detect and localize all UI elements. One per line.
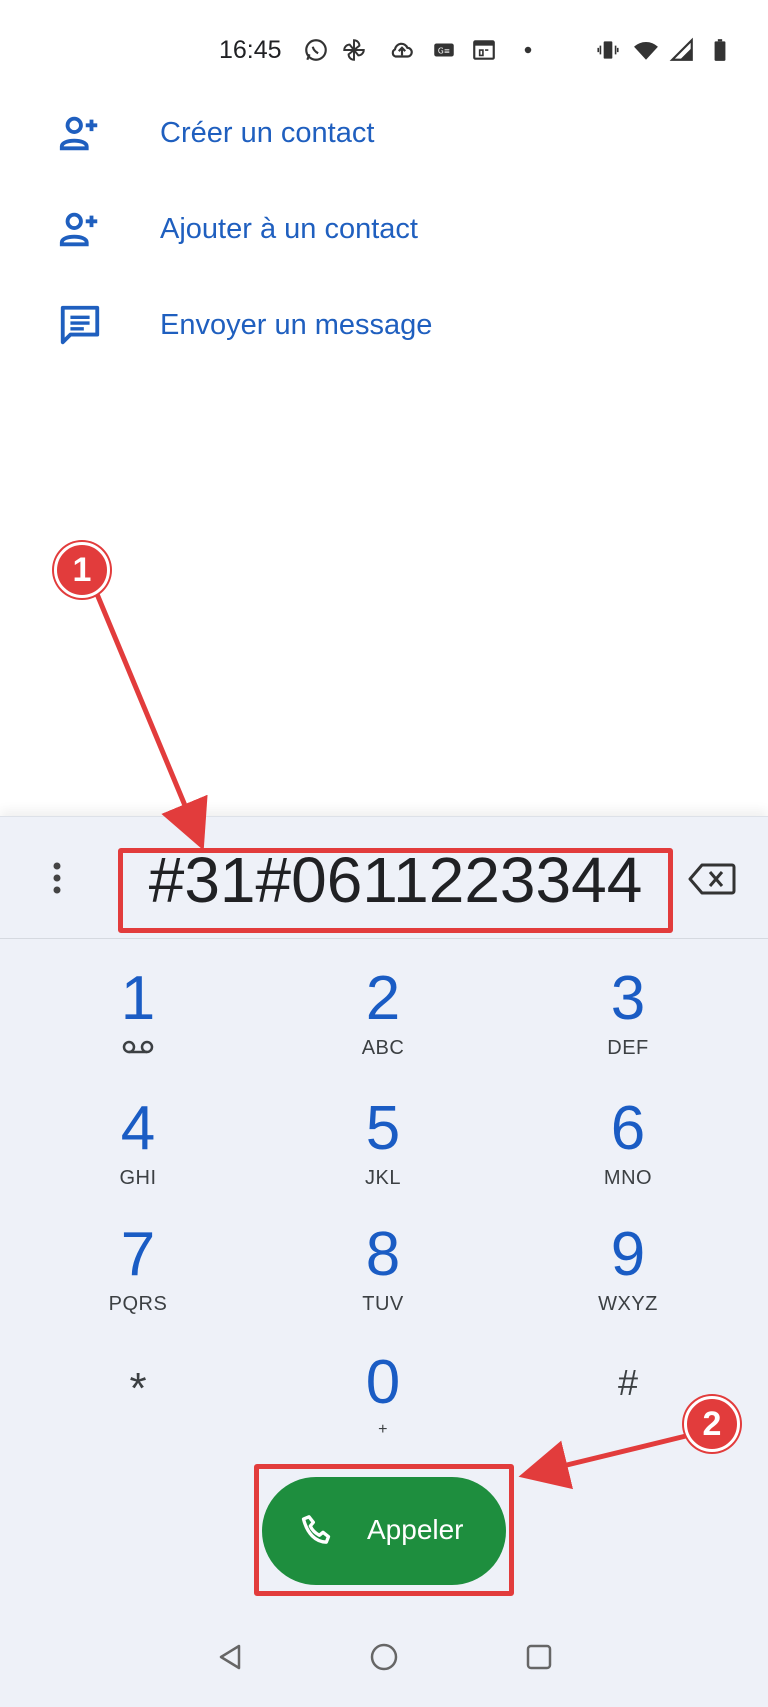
key-7[interactable]: 7 PQRS (48, 1223, 228, 1333)
key-digit: 4 (120, 1094, 156, 1163)
wifi-icon (632, 36, 660, 64)
send-message-label: Envoyer un message (160, 308, 433, 341)
dot-icon (514, 36, 542, 64)
key-letters: WXYZ (598, 1293, 658, 1315)
pinwheel-icon (340, 36, 368, 64)
call-highlight-box (254, 1464, 514, 1596)
key-letters: TUV (362, 1293, 404, 1315)
key-digit: 2 (365, 964, 401, 1033)
arrow-1 (89, 581, 208, 851)
cloud-upload-icon (388, 36, 416, 64)
key-digit: 5 (365, 1094, 401, 1163)
key-9[interactable]: 9 WXYZ (538, 1223, 718, 1333)
key-8[interactable]: 8 TUV (293, 1223, 473, 1333)
calendar-icon (470, 36, 498, 64)
key-letters: + (378, 1421, 388, 1438)
navigation-bar (0, 1607, 768, 1707)
key-5[interactable]: 5 JKL (293, 1097, 473, 1207)
signal-icon (668, 36, 696, 64)
key-digit: 1 (120, 964, 156, 1033)
key-digit: * (129, 1364, 147, 1413)
number-highlight-box (118, 848, 673, 933)
key-0[interactable]: 0 + (293, 1351, 473, 1461)
key-letters: DEF (607, 1037, 649, 1059)
annotation-badge-1: 1 (54, 542, 110, 598)
battery-icon (706, 36, 734, 64)
backspace-icon[interactable] (686, 861, 738, 897)
home-icon[interactable] (359, 1632, 409, 1682)
status-bar: 16:45 G≡ (0, 0, 768, 100)
key-letters: ABC (361, 1037, 405, 1059)
create-contact-label: Créer un contact (160, 116, 375, 149)
svg-text:G≡: G≡ (438, 46, 450, 55)
key-digit: 8 (365, 1220, 401, 1289)
key-digit: 9 (610, 1220, 646, 1289)
vibrate-icon (594, 36, 622, 64)
recents-icon[interactable] (514, 1632, 564, 1682)
add-to-contact-label: Ajouter à un contact (160, 212, 418, 245)
key-digit: 3 (610, 964, 646, 1033)
key-letters: JKL (365, 1167, 401, 1189)
key-2[interactable]: 2 ABC (293, 967, 473, 1077)
add-person-icon (56, 109, 104, 157)
key-3[interactable]: 3 DEF (538, 967, 718, 1077)
back-icon[interactable] (205, 1632, 255, 1682)
key-letters: GHI (119, 1167, 157, 1189)
create-contact-item[interactable]: Créer un contact (0, 88, 768, 178)
more-options-icon[interactable] (40, 853, 74, 903)
key-letters: PQRS (108, 1293, 168, 1315)
message-icon (56, 301, 104, 349)
dialer-screen: 16:45 G≡ Créer un contact Ajouter à un c… (0, 0, 768, 1707)
whatsapp-icon (302, 36, 330, 64)
add-person-icon (56, 205, 104, 253)
key-digit: 7 (120, 1220, 156, 1289)
add-to-contact-item[interactable]: Ajouter à un contact (0, 184, 768, 274)
key-6[interactable]: 6 MNO (538, 1097, 718, 1207)
annotation-badge-2: 2 (684, 1396, 740, 1452)
key-1[interactable]: 1 (48, 967, 228, 1077)
gallery-icon: G≡ (430, 36, 458, 64)
key-letters: MNO (603, 1167, 653, 1189)
key-digit: 0 (365, 1348, 401, 1417)
key-4[interactable]: 4 GHI (48, 1097, 228, 1207)
status-time: 16:45 (219, 36, 282, 64)
send-message-item[interactable]: Envoyer un message (0, 280, 768, 370)
key-digit: 6 (610, 1094, 646, 1163)
key-star[interactable]: * (48, 1357, 228, 1467)
voicemail-icon (48, 1037, 228, 1060)
